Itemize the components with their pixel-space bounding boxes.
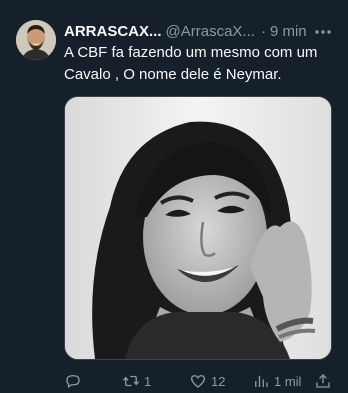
tweet-photo[interactable] <box>64 96 332 360</box>
share-icon <box>314 372 332 390</box>
reply-icon <box>64 372 82 390</box>
retweet-count: 1 <box>144 373 152 389</box>
author-handle[interactable]: @ArrascaX... <box>166 22 255 42</box>
tweet-time[interactable]: 9 min <box>270 22 307 42</box>
retweet-icon <box>122 372 140 390</box>
views-icon <box>252 372 270 390</box>
like-count: 12 <box>211 373 226 389</box>
more-dots-icon[interactable] <box>313 22 333 42</box>
reply-button[interactable] <box>64 371 86 391</box>
author-name[interactable]: ARRASCAX... <box>64 22 162 42</box>
tweet-actions: 1 12 1 mil <box>64 371 340 391</box>
tweet[interactable]: ARRASCAX... @ArrascaX... · 9 min A CBF f… <box>0 0 348 393</box>
separator-dot: · <box>260 23 266 40</box>
share-button[interactable] <box>314 371 332 391</box>
views-count: 1 mil <box>274 373 302 389</box>
retweet-button[interactable]: 1 <box>122 371 151 391</box>
tweet-text: A CBF fa fazendo um mesmo com um Cavalo … <box>64 44 318 83</box>
like-button[interactable]: 12 <box>189 371 225 391</box>
avatar[interactable] <box>16 20 56 60</box>
tweet-header: ARRASCAX... @ArrascaX... · 9 min <box>64 22 336 42</box>
views-button[interactable]: 1 mil <box>252 371 301 391</box>
heart-icon <box>189 372 207 390</box>
